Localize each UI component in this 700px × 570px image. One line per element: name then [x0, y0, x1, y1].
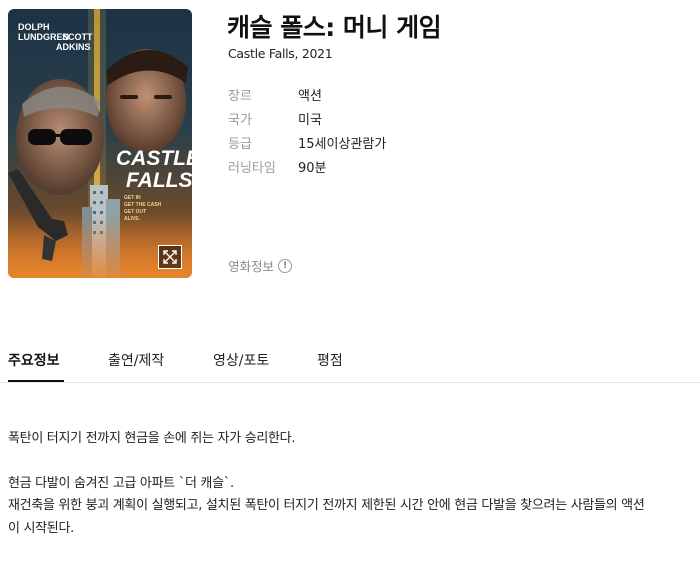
detail-label: 러닝타임 — [228, 160, 276, 176]
movie-subtitle: Castle Falls, 2021 — [228, 46, 333, 61]
poster-tagline-3: GET OUT — [124, 209, 146, 215]
movie-poster[interactable]: DOLPH LUNDGREN SCOTT ADKINS CASTLE FALLS… — [8, 9, 192, 278]
detail-value: 15세이상관람가 — [298, 136, 387, 152]
detail-label: 국가 — [228, 112, 252, 128]
detail-label: 장르 — [228, 88, 252, 104]
poster-title-line2: FALLS — [126, 169, 192, 192]
detail-value: 액션 — [298, 88, 322, 104]
detail-row-rating: 등급 15세이상관람가 — [228, 130, 386, 154]
synopsis: 폭탄이 터지기 전까지 현금을 손에 쥐는 자가 승리한다. 현금 다발이 숨겨… — [8, 428, 698, 540]
poster-actor2-first: SCOTT — [62, 32, 93, 42]
poster-tagline-2: GET THE CASH — [124, 202, 162, 208]
tab-main-info[interactable]: 주요정보 — [8, 350, 60, 370]
poster-actor2-last: ADKINS — [56, 42, 91, 52]
poster-actor1-first: DOLPH — [18, 22, 50, 32]
expand-poster-button[interactable] — [158, 245, 182, 269]
movie-info-link[interactable]: 영화정보 ! — [228, 256, 293, 275]
synopsis-line: 폭탄이 터지기 전까지 현금을 손에 쥐는 자가 승리한다. — [8, 431, 296, 446]
poster-tagline-1: GET IN — [124, 195, 141, 201]
detail-value: 미국 — [298, 112, 322, 128]
synopsis-line: 이 시작된다. — [8, 520, 74, 536]
synopsis-line: 재건축을 위한 붕괴 계획이 실행되고, 설치된 폭탄이 터지기 전까지 제한된… — [8, 498, 645, 513]
info-icon: ! — [278, 258, 293, 273]
detail-row-country: 국가 미국 — [228, 106, 386, 130]
tab-video-photo[interactable]: 영상/포토 — [213, 350, 269, 370]
movie-details: 장르 액션 국가 미국 등급 15세이상관람가 러닝타임 90분 — [228, 82, 386, 178]
movie-title: 캐슬 폴스: 머니 게임 — [227, 13, 442, 42]
detail-row-runtime: 러닝타임 90분 — [228, 154, 386, 178]
detail-row-genre: 장르 액션 — [228, 82, 386, 106]
poster-title-line1: CASTLE — [116, 147, 192, 170]
expand-icon — [162, 249, 178, 265]
poster-artwork: DOLPH LUNDGREN SCOTT ADKINS CASTLE FALLS… — [8, 9, 192, 278]
detail-value: 90분 — [298, 160, 327, 176]
movie-info-label: 영화정보 — [228, 259, 275, 274]
detail-label: 등급 — [228, 136, 252, 152]
tab-ratings[interactable]: 평점 — [317, 350, 343, 370]
poster-tagline-4: ALIVE. — [124, 216, 141, 222]
tab-bar: 주요정보 출연/제작 영상/포토 평점 — [0, 340, 700, 384]
tab-cast-crew[interactable]: 출연/제작 — [108, 350, 164, 370]
synopsis-line: 현금 다발이 숨겨진 고급 아파트 `더 캐슬`. — [8, 475, 234, 491]
tabs-divider — [0, 382, 700, 383]
